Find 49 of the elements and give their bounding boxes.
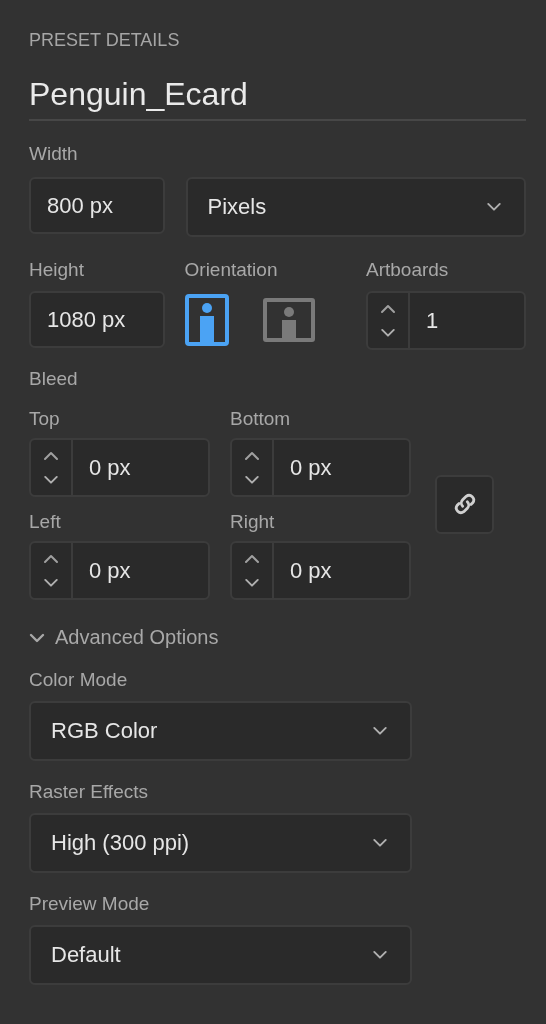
- portrait-icon[interactable]: [184, 293, 229, 346]
- field-label: Color Mode: [29, 669, 129, 692]
- chevron-down-icon: [372, 950, 388, 960]
- advanced-options-toggle[interactable]: Advanced Options: [29, 626, 219, 649]
- chevron-down-icon: [43, 474, 59, 485]
- input-field[interactable]: 800 px: [29, 177, 165, 234]
- chevron-up-icon[interactable]: [244, 450, 260, 461]
- chevron-down-icon: [486, 202, 502, 212]
- number-stepper[interactable]: 0 px: [29, 541, 210, 600]
- chevron-down-icon: [244, 577, 260, 588]
- field-label: Left: [29, 511, 62, 534]
- field-label: Height: [29, 259, 85, 282]
- field-label: Artboards: [366, 259, 450, 282]
- number-stepper[interactable]: 0 px: [230, 438, 411, 497]
- number-stepper[interactable]: 0 px: [29, 438, 210, 497]
- chevron-icon: [29, 632, 45, 643]
- stepper-value: 1: [425, 306, 439, 335]
- chevron-up-icon[interactable]: [43, 553, 59, 564]
- link-button[interactable]: [435, 474, 494, 534]
- stepper-value: 0 px: [289, 453, 332, 482]
- dropdown[interactable]: RGB Color: [29, 701, 412, 761]
- chevron-up-icon[interactable]: [380, 303, 396, 314]
- dropdown[interactable]: Pixels: [185, 177, 526, 237]
- preset-name-field[interactable]: Penguin_Ecard: [29, 76, 526, 121]
- number-stepper[interactable]: 1: [366, 291, 526, 350]
- number-stepper[interactable]: 0 px: [230, 541, 411, 600]
- field-label: Preview Mode: [29, 893, 151, 916]
- stepper-value: 0 px: [88, 453, 131, 482]
- chevron-up-icon[interactable]: [244, 553, 260, 564]
- dropdown[interactable]: Default: [29, 925, 412, 985]
- field-label: Bottom: [230, 408, 292, 431]
- chevron-down-icon: [372, 838, 388, 848]
- section-header: PRESET DETAILS: [29, 30, 181, 52]
- field-label: Top: [29, 408, 61, 431]
- chevron-down-icon: [372, 726, 388, 736]
- dropdown[interactable]: High (300 ppi): [29, 813, 412, 873]
- field-label: Width: [29, 143, 79, 166]
- chevron-up-icon[interactable]: [43, 450, 59, 461]
- landscape-icon[interactable]: [262, 297, 315, 342]
- chevron-down-icon: [244, 474, 260, 485]
- input-field[interactable]: 1080 px: [29, 291, 165, 348]
- chevron-down-icon: [380, 327, 396, 338]
- field-label: Raster Effects: [29, 781, 149, 804]
- section-label: Bleed: [29, 368, 79, 391]
- stepper-value: 0 px: [88, 556, 131, 585]
- field-label: Right: [230, 511, 276, 534]
- stepper-value: 0 px: [289, 556, 332, 585]
- field-label: Orientation: [184, 259, 279, 282]
- chevron-down-icon: [43, 577, 59, 588]
